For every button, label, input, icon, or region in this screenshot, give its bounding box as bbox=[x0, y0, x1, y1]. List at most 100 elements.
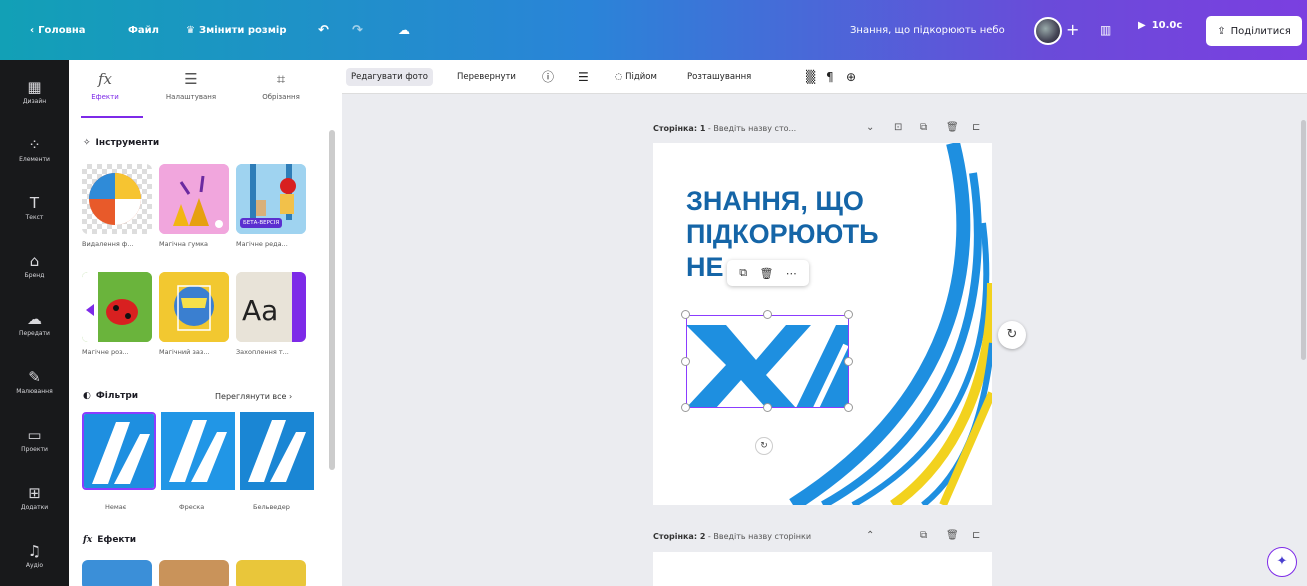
tab-effects[interactable]: fx Ефекти bbox=[65, 70, 145, 101]
elements-icon: ⁘ bbox=[28, 135, 41, 154]
magic-assistant-icon[interactable]: ✦ bbox=[1267, 547, 1297, 577]
tab-crop[interactable]: ⌗ Обрізання bbox=[241, 70, 321, 101]
apps-icon: ⊞ bbox=[28, 483, 41, 502]
duplicate-icon[interactable]: ⧉ bbox=[739, 266, 747, 280]
chevron-left-icon: ‹ bbox=[30, 24, 35, 36]
flip-button[interactable]: Перевернути bbox=[452, 68, 521, 86]
effect-thumb[interactable] bbox=[159, 560, 229, 586]
trash-icon[interactable]: 🗑 bbox=[946, 530, 959, 541]
rail-item-audio[interactable]: ♫ Аудіо bbox=[0, 529, 69, 583]
effects-heading: fx Ефекти bbox=[83, 535, 137, 545]
undo-icon[interactable]: ↶ bbox=[318, 0, 329, 60]
resize-handle[interactable] bbox=[763, 310, 772, 319]
beach-ball-image bbox=[89, 173, 141, 225]
avatar[interactable] bbox=[1034, 17, 1062, 45]
more-icon[interactable]: ⋯ bbox=[786, 267, 797, 280]
see-all-filters-link[interactable]: Переглянути все › bbox=[215, 392, 292, 401]
lock-icon[interactable]: ⊡ bbox=[894, 122, 902, 133]
animate-button[interactable]: ◌ Підйом bbox=[610, 68, 662, 86]
resize-handle[interactable] bbox=[763, 403, 772, 412]
svg-text:Aa: Aa bbox=[242, 294, 278, 327]
cloud-saved-icon[interactable]: ☁ bbox=[398, 0, 410, 60]
duplicate-icon[interactable]: ⧉ bbox=[920, 530, 927, 541]
insights-icon[interactable]: ▥ bbox=[1100, 0, 1111, 60]
rotate-handle-icon[interactable]: ↻ bbox=[755, 437, 773, 455]
canvas-scrollbar[interactable] bbox=[1301, 120, 1306, 360]
draw-icon: ✎ bbox=[28, 367, 41, 386]
filter-fresco[interactable] bbox=[161, 412, 235, 490]
duplicate-icon[interactable]: ⧉ bbox=[920, 122, 927, 133]
rail-item-design[interactable]: ▦ Дизайн bbox=[0, 65, 69, 119]
home-button[interactable]: ‹ Головна bbox=[30, 0, 86, 60]
rail-item-projects[interactable]: ▭ Проекти bbox=[0, 413, 69, 467]
design-title[interactable]: Знання, що підкорюють небо bbox=[850, 0, 1005, 60]
filter-icon: ◐ bbox=[83, 391, 91, 401]
position-button[interactable]: Розташування bbox=[682, 68, 756, 86]
add-collaborator-icon[interactable]: + bbox=[1066, 20, 1079, 39]
filter-label: Бельведер bbox=[253, 503, 290, 511]
rail-item-draw[interactable]: ✎ Малювання bbox=[0, 355, 69, 409]
sliders-icon: ☰ bbox=[184, 70, 198, 88]
page-title-input[interactable]: Введіть назву сторінки bbox=[713, 532, 811, 541]
tool-label: Магічне роз... bbox=[82, 348, 129, 356]
selection-box[interactable] bbox=[686, 315, 849, 408]
rail-item-apps[interactable]: ⊞ Додатки bbox=[0, 471, 69, 525]
redo-icon[interactable]: ↷ bbox=[352, 0, 363, 60]
transparency-icon[interactable]: ▒ bbox=[806, 68, 815, 86]
resize-handle[interactable] bbox=[844, 403, 853, 412]
filters-heading: ◐ Фільтри bbox=[83, 391, 139, 401]
paint-roller-icon[interactable]: ¶ bbox=[826, 68, 834, 86]
tool-magic-expand[interactable] bbox=[82, 272, 152, 342]
share-button[interactable]: ⇪ Поділитися bbox=[1206, 16, 1302, 46]
filter-label: Фреска bbox=[179, 503, 205, 511]
filter-preview bbox=[84, 414, 154, 488]
tool-label: Магічне реда... bbox=[236, 240, 288, 248]
tool-magic-eraser[interactable] bbox=[159, 164, 229, 234]
trash-icon[interactable]: 🗑 bbox=[946, 122, 959, 133]
tool-grab-text[interactable]: Aa bbox=[236, 272, 306, 342]
add-page-icon[interactable]: ⊏ bbox=[972, 530, 980, 541]
resize-button[interactable]: ♛ Змінити розмір bbox=[186, 0, 286, 60]
lock-icon[interactable]: ⊕ bbox=[846, 68, 856, 86]
tool-label: Магічна гумка bbox=[159, 240, 209, 248]
resize-handle[interactable] bbox=[681, 403, 690, 412]
present-button[interactable]: ▶ 10.0с bbox=[1138, 20, 1182, 31]
page-title-input[interactable]: Введіть назву сто... bbox=[713, 124, 796, 133]
rail-item-uploads[interactable]: ☁ Передати bbox=[0, 297, 69, 351]
rail-item-elements[interactable]: ⁘ Елементи bbox=[0, 123, 69, 177]
info-icon[interactable]: ⓘ bbox=[542, 68, 554, 86]
effect-thumb[interactable] bbox=[82, 560, 152, 586]
upload-icon: ☁ bbox=[27, 309, 42, 328]
layout-icon: ▦ bbox=[27, 77, 42, 96]
filter-label: Немає bbox=[105, 503, 127, 511]
tab-adjust[interactable]: ☰ Налаштуваня bbox=[151, 70, 231, 101]
effect-thumb[interactable] bbox=[236, 560, 306, 586]
edit-photo-button[interactable]: Редагувати фото bbox=[346, 68, 433, 86]
add-page-icon[interactable]: ⊏ bbox=[972, 122, 980, 133]
tool-bg-remover[interactable] bbox=[82, 164, 152, 234]
resize-handle[interactable] bbox=[844, 357, 853, 366]
resize-handle[interactable] bbox=[681, 310, 690, 319]
crown-icon: ♛ bbox=[186, 24, 195, 36]
design-page-2[interactable] bbox=[653, 552, 992, 586]
resize-handle[interactable] bbox=[844, 310, 853, 319]
filter-none[interactable] bbox=[82, 412, 156, 490]
crop-icon: ⌗ bbox=[276, 70, 286, 88]
panel-scrollbar[interactable] bbox=[329, 130, 335, 470]
tool-magic-edit[interactable]: БЕТА-ВЕРСІЯ bbox=[236, 164, 306, 234]
resize-handle[interactable] bbox=[681, 357, 690, 366]
refresh-icon[interactable]: ↻ bbox=[998, 321, 1026, 349]
rail-item-text[interactable]: T Текст bbox=[0, 181, 69, 235]
page-2-header: Сторінка: 2 - Введіть назву сторінки bbox=[653, 532, 812, 541]
file-menu[interactable]: Файл bbox=[128, 0, 159, 60]
trash-icon[interactable]: 🗑 bbox=[759, 267, 773, 280]
chevron-down-icon[interactable]: ⌄ bbox=[866, 122, 874, 133]
tool-label: Видалення ф... bbox=[82, 240, 134, 248]
filter-belvedere[interactable] bbox=[240, 412, 318, 490]
rail-item-brand[interactable]: ⌂ Бренд bbox=[0, 239, 69, 293]
chevron-up-icon[interactable]: ⌃ bbox=[866, 530, 874, 541]
page-1-header: Сторінка: 1 - Введіть назву сто... bbox=[653, 124, 797, 133]
tool-magic-grab[interactable] bbox=[159, 272, 229, 342]
text-icon: T bbox=[29, 193, 40, 212]
menu-icon[interactable]: ☰ bbox=[578, 68, 589, 86]
